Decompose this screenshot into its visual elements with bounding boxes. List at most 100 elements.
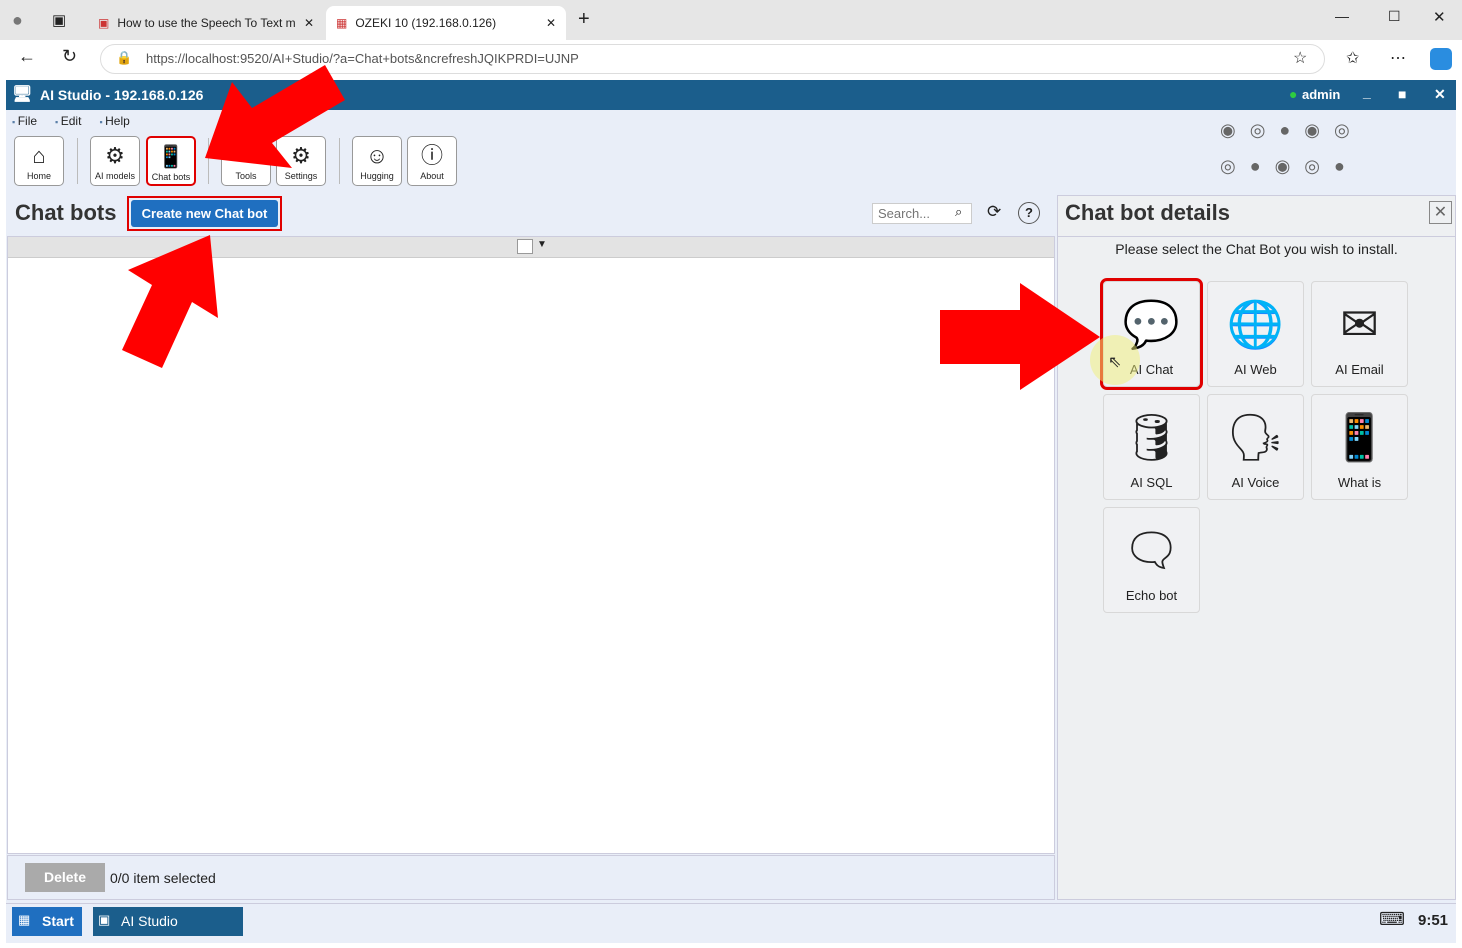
email-icon: ✉ [1340,298,1379,350]
info-icon: ⓘ [420,143,443,168]
bot-tile-echo-bot[interactable]: 🗨 Echo bot [1103,507,1200,613]
bot-tile-ai-web[interactable]: 🌐 AI Web [1207,281,1304,387]
create-chat-bot-button[interactable]: Create new Chat bot [131,200,278,227]
clock: 9:51 [1418,912,1449,929]
online-status-icon: ● [1289,86,1298,102]
browser-tab-bar: ● ▣ ▣ How to use the Speech To Text m ✕ ▦ O… [0,0,1462,40]
bot-label: Echo bot [1125,588,1178,603]
selection-status: 0/0 item selected [110,870,216,886]
database-sql-icon: 🛢 [1122,411,1181,463]
close-tab-icon[interactable]: ✕ [546,16,556,30]
close-details-icon[interactable]: ✕ [1429,201,1452,224]
browser-tab-2[interactable]: ▦ OZEKI 10 (192.168.0.126) ✕ [326,6,566,40]
toolbar-label: About [420,171,444,181]
profile-icon[interactable]: ● [12,10,23,31]
bot-tile-what-is[interactable]: 📱 What is [1311,394,1408,500]
select-all-checkbox[interactable] [517,239,533,254]
chat-bots-icon: 📱 [157,144,185,169]
menu-help[interactable]: Help [99,114,130,128]
menu-edit[interactable]: Edit [55,114,82,128]
toolbar-tools-button[interactable]: ✂ Tools [221,136,271,186]
page-favicon-icon: ▣ [98,16,110,30]
app-titlebar: 🖥 AI Studio - 192.168.0.126 ● admin _ ■ … [6,80,1456,110]
tools-icon: ✂ [236,143,256,168]
globe-icon: 🌐 [1226,298,1285,350]
start-icon: ▦ [18,912,31,927]
list-header: ▼ [8,237,1054,258]
bot-label: AI Email [1335,362,1384,377]
page-title: Chat bots [15,200,117,225]
app-logo-icon: 🖥 [12,86,33,103]
close-tab-icon[interactable]: ✕ [304,16,314,30]
toolbar-label: Tools [235,171,257,181]
app-minimize-icon[interactable]: _ [1363,84,1371,100]
tab-actions-icon[interactable]: ▣ [52,11,66,29]
toolbar-home-button[interactable]: ⌂ Home [14,136,64,186]
home-icon: ⌂ [32,143,46,168]
lock-icon[interactable]: 🔒 [116,50,132,66]
chevron-down-icon[interactable]: ▼ [537,239,547,250]
toolbar-about-button[interactable]: ⓘ About [407,136,457,186]
voice-icon: 🗣 [1226,411,1285,463]
mouse-cursor-icon: ⇖ [1108,354,1122,371]
bot-tile-ai-email[interactable]: ✉ AI Email [1311,281,1408,387]
details-title: Chat bot details [1065,200,1231,225]
back-icon[interactable]: ← [18,46,36,67]
copilot-icon[interactable] [1430,48,1452,70]
toolbar-hugging-button[interactable]: ☺ Hugging [352,136,402,186]
toolbar-ai-models-button[interactable]: ⚙ AI models [90,136,140,186]
search-icon[interactable]: ⌕ [955,204,962,220]
minimize-icon[interactable]: — [1335,8,1349,24]
refresh-icon[interactable]: ↻ [62,46,77,67]
bot-tile-ai-sql[interactable]: 🛢 AI SQL [1103,394,1200,500]
toolbar-label: Hugging [360,171,394,181]
tab-title: OZEKI 10 (192.168.0.126) [355,16,497,30]
close-window-icon[interactable]: ✕ [1433,8,1446,26]
left-footer: Delete 0/0 item selected [7,855,1055,900]
chat-bots-list: ▼ [7,236,1055,854]
more-icon[interactable]: ⋯ [1390,48,1406,68]
browser-tab-1[interactable]: ▣ How to use the Speech To Text m ✕ [88,6,324,40]
favorite-star-icon[interactable]: ☆ [1293,48,1307,68]
menu-bar: File Edit Help [12,114,130,128]
favorites-icon[interactable]: ✩ [1346,48,1359,68]
network-graphic-icon: ◉◎●◉◎ ◎●◉◎● [1220,120,1364,176]
app-title: AI Studio - 192.168.0.126 [40,87,204,103]
instruction-text: Please select the Chat Bot you wish to i… [1115,241,1398,257]
toolbar-separator [208,138,209,184]
taskbar-ai-studio[interactable]: AI Studio [93,907,243,936]
user-name[interactable]: admin [1302,87,1340,102]
toolbar-chat-bots-button[interactable]: 📱 Chat bots [146,136,196,186]
help-icon[interactable]: ? [1018,202,1040,224]
app-close-icon[interactable]: ✕ [1434,86,1446,103]
app-maximize-icon[interactable]: ■ [1398,86,1406,102]
new-tab-icon[interactable]: + [578,8,590,31]
taskbar-app-label: AI Studio [121,913,178,929]
toolbar-separator [77,138,78,184]
settings-icon: ⚙ [291,143,311,168]
bot-tile-ai-voice[interactable]: 🗣 AI Voice [1207,394,1304,500]
maximize-icon[interactable]: ☐ [1388,8,1401,25]
phone-lock-icon: 📱 [1330,411,1389,463]
divider [1057,236,1456,237]
ozeki-favicon-icon: ▦ [336,16,348,30]
keyboard-icon[interactable]: ⌨ [1379,909,1405,930]
bot-label: AI Web [1234,362,1277,377]
start-label: Start [42,913,74,929]
toolbar-label: Settings [284,171,318,181]
create-button-highlight: Create new Chat bot [127,196,282,231]
conversation-icon: 🗨 [1122,524,1181,576]
bot-label: AI SQL [1130,475,1173,490]
toolbar-label: Home [26,171,51,181]
toolbar-separator [339,138,340,184]
bot-label: AI Voice [1231,475,1280,490]
hugging-face-icon: ☺ [365,143,389,168]
ai-studio-icon: ▣ [98,912,111,927]
toolbar-label: Chat bots [151,172,191,182]
toolbar-settings-button[interactable]: ⚙ Settings [276,136,326,186]
delete-button[interactable]: Delete [25,863,105,892]
menu-file[interactable]: File [12,114,37,128]
refresh-list-icon[interactable]: ⟳ [987,202,1001,222]
url-input[interactable]: https://localhost:9520/AI+Studio/?a=Chat… [146,51,579,67]
bot-label: What is [1337,475,1382,490]
